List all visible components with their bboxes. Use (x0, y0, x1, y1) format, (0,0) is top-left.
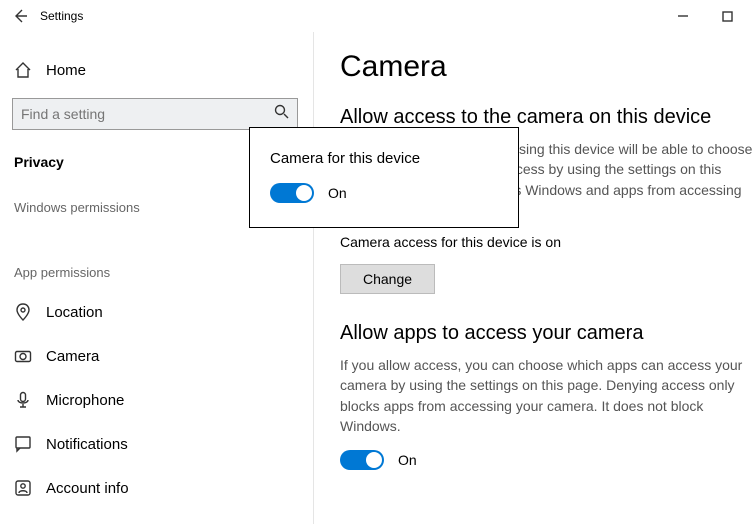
nav-item-label: Camera (46, 348, 99, 365)
search-icon (274, 104, 289, 124)
apps-camera-toggle[interactable] (340, 450, 384, 470)
camera-icon (14, 347, 32, 365)
search-input[interactable] (21, 106, 274, 122)
nav-item-label: Microphone (46, 392, 124, 409)
nav-notifications[interactable]: Notifications (0, 422, 313, 466)
maximize-button[interactable] (705, 2, 749, 30)
nav-microphone[interactable]: Microphone (0, 378, 313, 422)
home-icon (14, 61, 32, 79)
nav-location[interactable]: Location (0, 290, 313, 334)
camera-device-toggle[interactable] (270, 183, 314, 203)
nav-camera[interactable]: Camera (0, 334, 313, 378)
nav-item-label: Location (46, 304, 103, 321)
search-box[interactable] (12, 98, 298, 130)
page-title: Camera (340, 50, 755, 84)
nav-home-label: Home (46, 62, 86, 79)
camera-device-popup: Camera for this device On (249, 127, 519, 228)
window-title: Settings (40, 9, 83, 23)
maximize-icon (722, 11, 733, 22)
content-pane: Camera Allow access to the camera on thi… (314, 32, 755, 524)
arrow-left-icon (12, 8, 28, 24)
microphone-icon (14, 391, 32, 409)
group-app-permissions: App permissions (0, 225, 313, 290)
account-icon (14, 479, 32, 497)
nav-item-label: Account info (46, 480, 129, 497)
change-button[interactable]: Change (340, 264, 435, 294)
sidebar: Home Privacy Windows permissions App per… (0, 32, 314, 524)
nav-account-info[interactable]: Account info (0, 466, 313, 510)
popup-title: Camera for this device (270, 150, 498, 167)
section-description: If you allow access, you can choose whic… (340, 355, 755, 436)
minimize-button[interactable] (661, 2, 705, 30)
nav-item-label: Notifications (46, 436, 128, 453)
minimize-icon (677, 10, 689, 22)
window-controls (661, 2, 749, 30)
location-icon (14, 303, 32, 321)
section-heading: Allow access to the camera on this devic… (340, 106, 755, 129)
notifications-icon (14, 435, 32, 453)
title-bar: Settings (0, 0, 755, 32)
camera-access-status: Camera access for this device is on (340, 234, 755, 250)
nav-home[interactable]: Home (0, 50, 313, 90)
toggle-label: On (328, 185, 347, 201)
back-button[interactable] (6, 2, 34, 30)
section-heading: Allow apps to access your camera (340, 322, 755, 345)
toggle-label: On (398, 452, 417, 468)
